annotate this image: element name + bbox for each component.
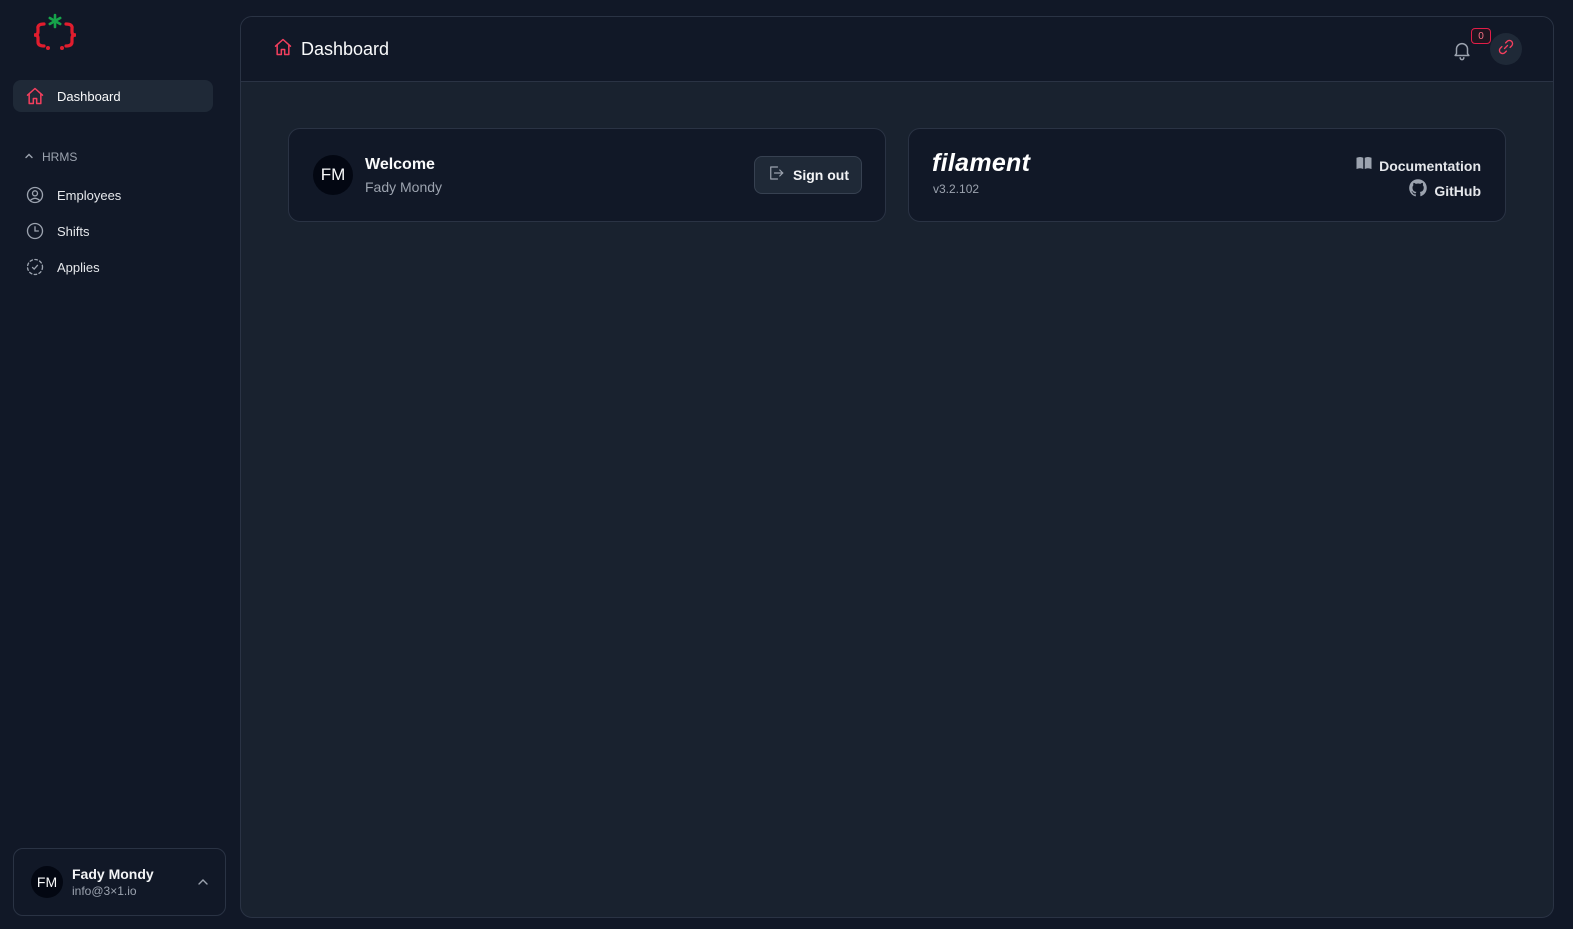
home-icon: [273, 37, 293, 62]
chevron-up-icon: [196, 875, 210, 894]
sign-out-button[interactable]: Sign out: [754, 156, 862, 194]
link-button[interactable]: [1490, 33, 1522, 65]
sidebar-item-applies[interactable]: Applies: [13, 251, 213, 283]
link-icon: [1497, 38, 1515, 61]
github-link[interactable]: GitHub: [1408, 178, 1481, 203]
page-title: Dashboard: [301, 39, 390, 59]
sidebar-item-label: Employees: [57, 187, 122, 203]
avatar: FM: [313, 155, 353, 195]
filament-version: v3.2.102: [933, 182, 980, 196]
sidebar-item-dashboard[interactable]: Dashboard: [13, 80, 213, 112]
sidebar-item-label: Applies: [57, 259, 100, 275]
main-content: Dashboard 0 FM Welcome Fady Mondy Sign o…: [240, 16, 1554, 918]
sidebar-group-hrms[interactable]: HRMS: [24, 148, 77, 166]
sidebar-group-label: HRMS: [42, 150, 78, 164]
user-email: info@3×1.io: [72, 884, 137, 898]
documentation-label: Documentation: [1379, 157, 1481, 174]
user-menu-trigger[interactable]: FM Fady Mondy info@3×1.io: [13, 848, 226, 916]
welcome-heading: Welcome: [365, 156, 435, 173]
user-name: Fady Mondy: [72, 866, 154, 882]
book-icon: [1355, 154, 1373, 177]
filament-info-card: filament v3.2.102 Documentation GitHub: [908, 128, 1506, 222]
filament-logo[interactable]: filament: [932, 149, 1030, 178]
logout-icon: [767, 164, 785, 187]
sidebar-item-employees[interactable]: Employees: [13, 179, 213, 211]
topbar: Dashboard 0: [241, 17, 1553, 82]
welcome-card: FM Welcome Fady Mondy Sign out: [288, 128, 886, 222]
bell-icon[interactable]: [1451, 39, 1473, 61]
sidebar: Dashboard HRMS Employees Shifts Applies: [0, 0, 240, 929]
welcome-user-name: Fady Mondy: [365, 179, 443, 195]
documentation-link[interactable]: Documentation: [1355, 154, 1481, 177]
sidebar-item-label: Dashboard: [57, 88, 121, 104]
sign-out-label: Sign out: [793, 167, 849, 183]
avatar: FM: [31, 866, 63, 898]
clock-icon: [25, 221, 45, 241]
github-icon: [1408, 178, 1428, 203]
notification-count-badge: 0: [1471, 28, 1491, 44]
sidebar-item-label: Shifts: [57, 223, 90, 239]
brand-logo-icon[interactable]: [30, 12, 80, 52]
home-icon: [25, 86, 45, 106]
dashed-circle-icon: [25, 257, 45, 277]
breadcrumb: Dashboard: [273, 37, 389, 62]
sidebar-item-shifts[interactable]: Shifts: [13, 215, 213, 247]
github-label: GitHub: [1434, 182, 1481, 199]
chevron-up-icon: [24, 150, 34, 164]
user-circle-icon: [25, 185, 45, 205]
